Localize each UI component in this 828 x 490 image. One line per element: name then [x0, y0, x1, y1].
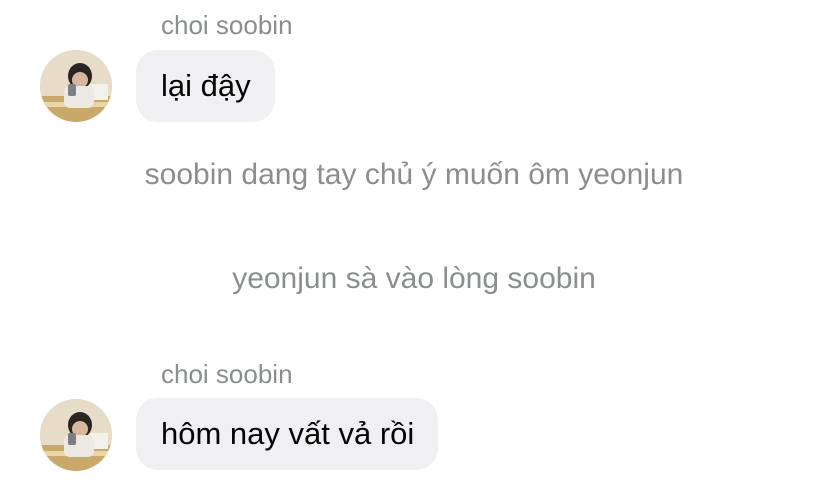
narration-line-2: yeonjun sà vào lòng soobin: [232, 262, 596, 295]
message-text: lại đậy: [161, 68, 251, 103]
narration-line-1: soobin dang tay chủ ý muốn ôm yeonjun: [144, 158, 684, 191]
message-text: hôm nay vất vả rồi: [161, 416, 415, 451]
avatar[interactable]: [40, 399, 112, 471]
sender-name: choi soobin: [161, 10, 293, 40]
message-bubble[interactable]: lại đậy: [136, 50, 275, 122]
message-bubble[interactable]: hôm nay vất vả rồi: [136, 398, 439, 470]
avatar[interactable]: [40, 50, 112, 122]
sender-name: choi soobin: [161, 359, 293, 389]
